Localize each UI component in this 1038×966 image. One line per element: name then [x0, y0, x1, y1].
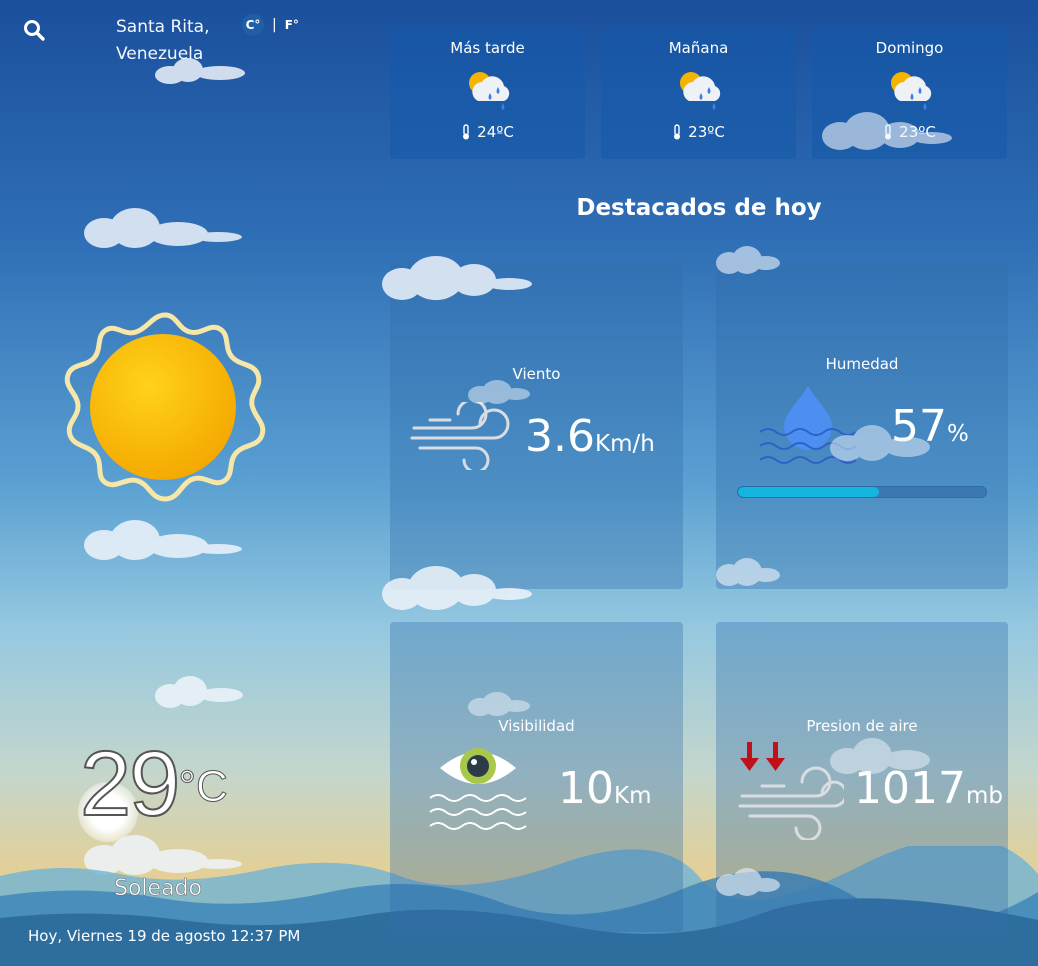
wind-icon [410, 402, 510, 470]
forecast-card: Más tarde 24ºC [390, 28, 585, 159]
temperature-unit: °C [178, 762, 228, 812]
cloud-decoration [382, 256, 532, 304]
visibility-card: Visibilidad 10Km [390, 622, 683, 932]
humidity-bar-fill [738, 487, 880, 497]
location-city: Santa Rita, [116, 17, 210, 37]
partly-cloudy-rain-icon [679, 72, 720, 110]
current-date: Hoy, Viernes 19 de agosto 12:37 PM [28, 927, 301, 945]
wind-card: Viento 3.6Km/h [390, 260, 683, 589]
unit-separator: | [272, 17, 277, 33]
location: Santa Rita, Venezuela [116, 14, 210, 68]
highlights-title: Destacados de hoy [576, 195, 822, 221]
pressure-down-icon [738, 742, 844, 840]
forecast-label: Mañana [668, 39, 729, 57]
wind-unit: Km/h [594, 431, 655, 457]
humidity-label: Humedad [825, 355, 899, 373]
cloud-decoration [382, 566, 532, 614]
current-temperature: 29 °C [79, 733, 228, 835]
wind-label: Viento [512, 365, 561, 383]
sun-icon [64, 312, 266, 502]
partly-cloudy-rain-icon [468, 72, 509, 110]
forecast-card: Mañana 23ºC [601, 28, 796, 159]
current-condition: Soleado [114, 876, 202, 902]
humidity-bar [737, 486, 987, 498]
cloud-decoration [822, 112, 952, 154]
forecast-temp: 23ºC [688, 123, 725, 141]
visibility-unit: Km [614, 783, 652, 809]
search-button[interactable] [22, 18, 46, 42]
cloud-decoration [830, 738, 930, 778]
visibility-label: Visibilidad [498, 717, 575, 735]
thermometer-icon [463, 124, 470, 140]
cloud-decoration [84, 520, 242, 564]
cloud-decoration [84, 208, 242, 252]
humidity-unit: % [947, 421, 969, 447]
fahrenheit-button[interactable]: F° [285, 18, 299, 32]
eye-icon [429, 748, 527, 830]
cloud-decoration [716, 246, 780, 276]
temperature-value: 29 [79, 733, 181, 835]
celsius-button[interactable]: C° [242, 14, 264, 36]
forecast-label: Domingo [875, 39, 944, 57]
cloud-decoration [468, 692, 530, 718]
cloud-decoration [716, 868, 780, 898]
visibility-number: 10 [558, 763, 614, 814]
forecast-label: Más tarde [450, 39, 525, 57]
partly-cloudy-rain-icon [890, 72, 931, 110]
cloud-decoration [155, 676, 243, 710]
wind-number: 3.6 [525, 411, 595, 462]
pressure-label: Presion de aire [806, 717, 918, 735]
pressure-unit: mb [965, 783, 1003, 809]
cloud-decoration [716, 558, 780, 588]
unit-toggle: C° | F° [242, 14, 299, 36]
forecast-temp: 24ºC [477, 123, 514, 141]
cloud-decoration [830, 425, 930, 465]
thermometer-icon [674, 124, 681, 140]
location-country: Venezuela [116, 44, 204, 64]
wind-value: 3.6Km/h [525, 415, 655, 466]
search-icon [24, 20, 45, 41]
cloud-decoration [468, 380, 530, 406]
visibility-value: 10Km [558, 767, 652, 818]
